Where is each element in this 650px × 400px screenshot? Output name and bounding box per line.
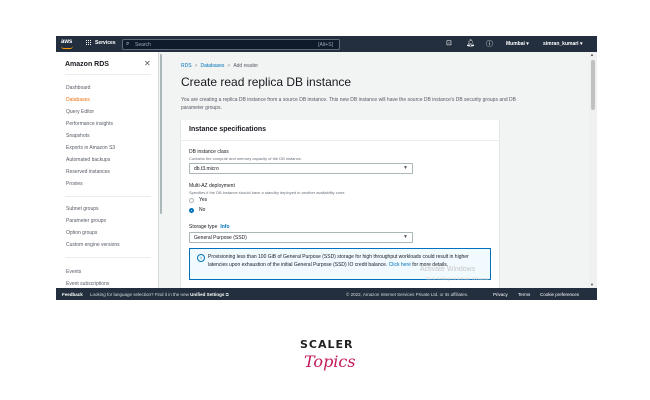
sidebar-item-events[interactable]: Events <box>66 269 81 275</box>
sidebar-item-proxies[interactable]: Proxies <box>66 181 83 187</box>
windows-activation-watermark: Activate Windows <box>420 266 476 273</box>
topics-logo-text: Topics <box>304 352 356 371</box>
aws-logo-smile-icon <box>61 46 73 49</box>
storage-type-select[interactable]: General Purpose (SSD) ▼ <box>189 232 413 243</box>
divider <box>65 74 151 75</box>
sidebar-item-snapshots[interactable]: Snapshots <box>66 133 90 139</box>
grid-icon <box>86 40 92 46</box>
search-input[interactable]: ⌕ Search [Alt+S] <box>122 39 340 50</box>
storage-info-link[interactable]: Info <box>220 224 229 230</box>
instance-specifications-panel: Instance specifications DB instance clas… <box>181 120 499 300</box>
terms-link[interactable]: Terms <box>518 292 530 297</box>
breadcrumb-databases[interactable]: Databases <box>200 63 224 69</box>
account-menu[interactable]: simran_kumari ▾ <box>543 41 582 47</box>
sidebar-item-parameter-groups[interactable]: Parameter groups <box>66 218 106 224</box>
aws-logo[interactable]: aws <box>61 39 72 45</box>
privacy-link[interactable]: Privacy <box>493 292 508 297</box>
scrollbar-thumb[interactable] <box>591 60 595 110</box>
sidebar-scrollbar[interactable] <box>159 52 163 288</box>
multi-az-option-no[interactable]: No <box>189 207 205 213</box>
multi-az-description: Specifies if the DB instance should have… <box>189 190 346 195</box>
cookie-preferences-link[interactable]: Cookie preferences <box>540 292 579 297</box>
sidebar-item-databases[interactable]: Databases <box>66 97 90 103</box>
sidebar-item-dashboard[interactable]: Dashboard <box>66 85 90 91</box>
sidebar-item-reserved-instances[interactable]: Reserved instances <box>66 169 110 175</box>
help-icon[interactable]: ⓘ <box>486 39 493 49</box>
db-instance-class-select[interactable]: db.t3.micro ▼ <box>189 163 413 174</box>
breadcrumb: RDS > Databases > Add reader <box>181 63 258 69</box>
close-icon[interactable]: ✕ <box>144 59 151 68</box>
windows-activation-hint: Go to Settings to activate Windows. <box>426 276 490 281</box>
language-hint-text: Looking for language selection? Find it … <box>90 292 189 297</box>
page-scrollbar[interactable]: ▲ ▼ <box>589 52 597 288</box>
sidebar-item-option-groups[interactable]: Option groups <box>66 230 97 236</box>
sidebar-item-exports-s3[interactable]: Exports in Amazon S3 <box>66 145 115 151</box>
page-title: Create read replica DB instance <box>181 75 352 89</box>
copyright: © 2022, Amazon Internet Services Private… <box>346 292 469 297</box>
breadcrumb-rds[interactable]: RDS <box>181 63 192 69</box>
services-label: Services <box>95 40 116 46</box>
sidebar-title: Amazon RDS <box>65 61 109 68</box>
sidebar-item-event-subscriptions[interactable]: Event subscriptions <box>66 281 109 287</box>
alert-link[interactable]: Click here <box>389 262 411 268</box>
breadcrumb-separator: > <box>194 63 198 69</box>
scroll-down-icon[interactable]: ▼ <box>590 282 594 287</box>
panel-title: Instance specifications <box>189 126 267 133</box>
storage-type-value: General Purpose (SSD) <box>194 235 247 241</box>
search-shortcut: [Alt+S] <box>318 42 333 48</box>
language-hint: Looking for language selection? Find it … <box>90 292 229 297</box>
db-instance-class-description: Contains the compute and memory capacity… <box>189 156 302 161</box>
footer: Feedback Looking for language selection?… <box>56 288 597 300</box>
scrollbar-thumb[interactable] <box>160 54 162 214</box>
radio-button[interactable] <box>189 197 194 203</box>
multi-az-label: Multi-AZ deployment <box>189 183 235 189</box>
sidebar-item-query-editor[interactable]: Query Editor <box>66 109 94 115</box>
sidebar-item-subnet-groups[interactable]: Subnet groups <box>66 206 99 212</box>
radio-label: No <box>199 207 206 213</box>
radio-button-selected[interactable] <box>189 207 194 213</box>
radio-label: Yes <box>199 197 208 203</box>
caret-down-icon: ▼ <box>403 165 408 171</box>
divider <box>65 196 151 197</box>
breadcrumb-current: Add reader <box>233 63 259 69</box>
caret-down-icon: ▼ <box>403 234 408 240</box>
feedback-link[interactable]: Feedback <box>62 292 83 297</box>
cloudshell-icon[interactable]: ⊡ <box>446 39 452 47</box>
sidebar: Amazon RDS ✕ Dashboard Databases Query E… <box>56 52 159 288</box>
page-description: You are creating a replica DB instance f… <box>181 97 517 111</box>
sidebar-item-custom-engine-versions[interactable]: Custom engine versions <box>66 242 120 248</box>
aws-top-nav: aws Services ⌕ Search [Alt+S] ⊡ 🔔︎ ⓘ Mum… <box>56 36 597 52</box>
region-selector[interactable]: Mumbai ▾ <box>506 41 529 47</box>
db-instance-class-label: DB instance class <box>189 149 229 155</box>
storage-type-text: Storage type <box>189 224 218 230</box>
browser-viewport: aws Services ⌕ Search [Alt+S] ⊡ 🔔︎ ⓘ Mum… <box>56 36 597 300</box>
storage-type-label: Storage type Info <box>189 224 230 230</box>
search-placeholder: Search <box>135 42 151 48</box>
info-icon: i <box>197 254 205 262</box>
panel-header: Instance specifications <box>181 120 499 141</box>
sidebar-item-performance-insights[interactable]: Performance insights <box>66 121 113 127</box>
breadcrumb-separator: > <box>227 63 231 69</box>
sidebar-item-automated-backups[interactable]: Automated backups <box>66 157 110 163</box>
unified-settings-link[interactable]: Unified Settings <box>190 292 224 297</box>
scaler-logo-text: SCALER <box>300 338 354 351</box>
search-icon: ⌕ <box>126 41 130 47</box>
db-instance-class-value: db.t3.micro <box>194 166 219 172</box>
divider <box>65 257 151 258</box>
main-content: RDS > Databases > Add reader Create read rep… <box>166 52 589 300</box>
scroll-up-icon[interactable]: ▲ <box>590 52 594 57</box>
external-link-icon: ⧉ <box>225 292 229 297</box>
bell-icon[interactable]: 🔔︎ <box>466 39 475 47</box>
multi-az-option-yes[interactable]: Yes <box>189 197 207 203</box>
services-menu-button[interactable]: Services <box>86 40 116 46</box>
